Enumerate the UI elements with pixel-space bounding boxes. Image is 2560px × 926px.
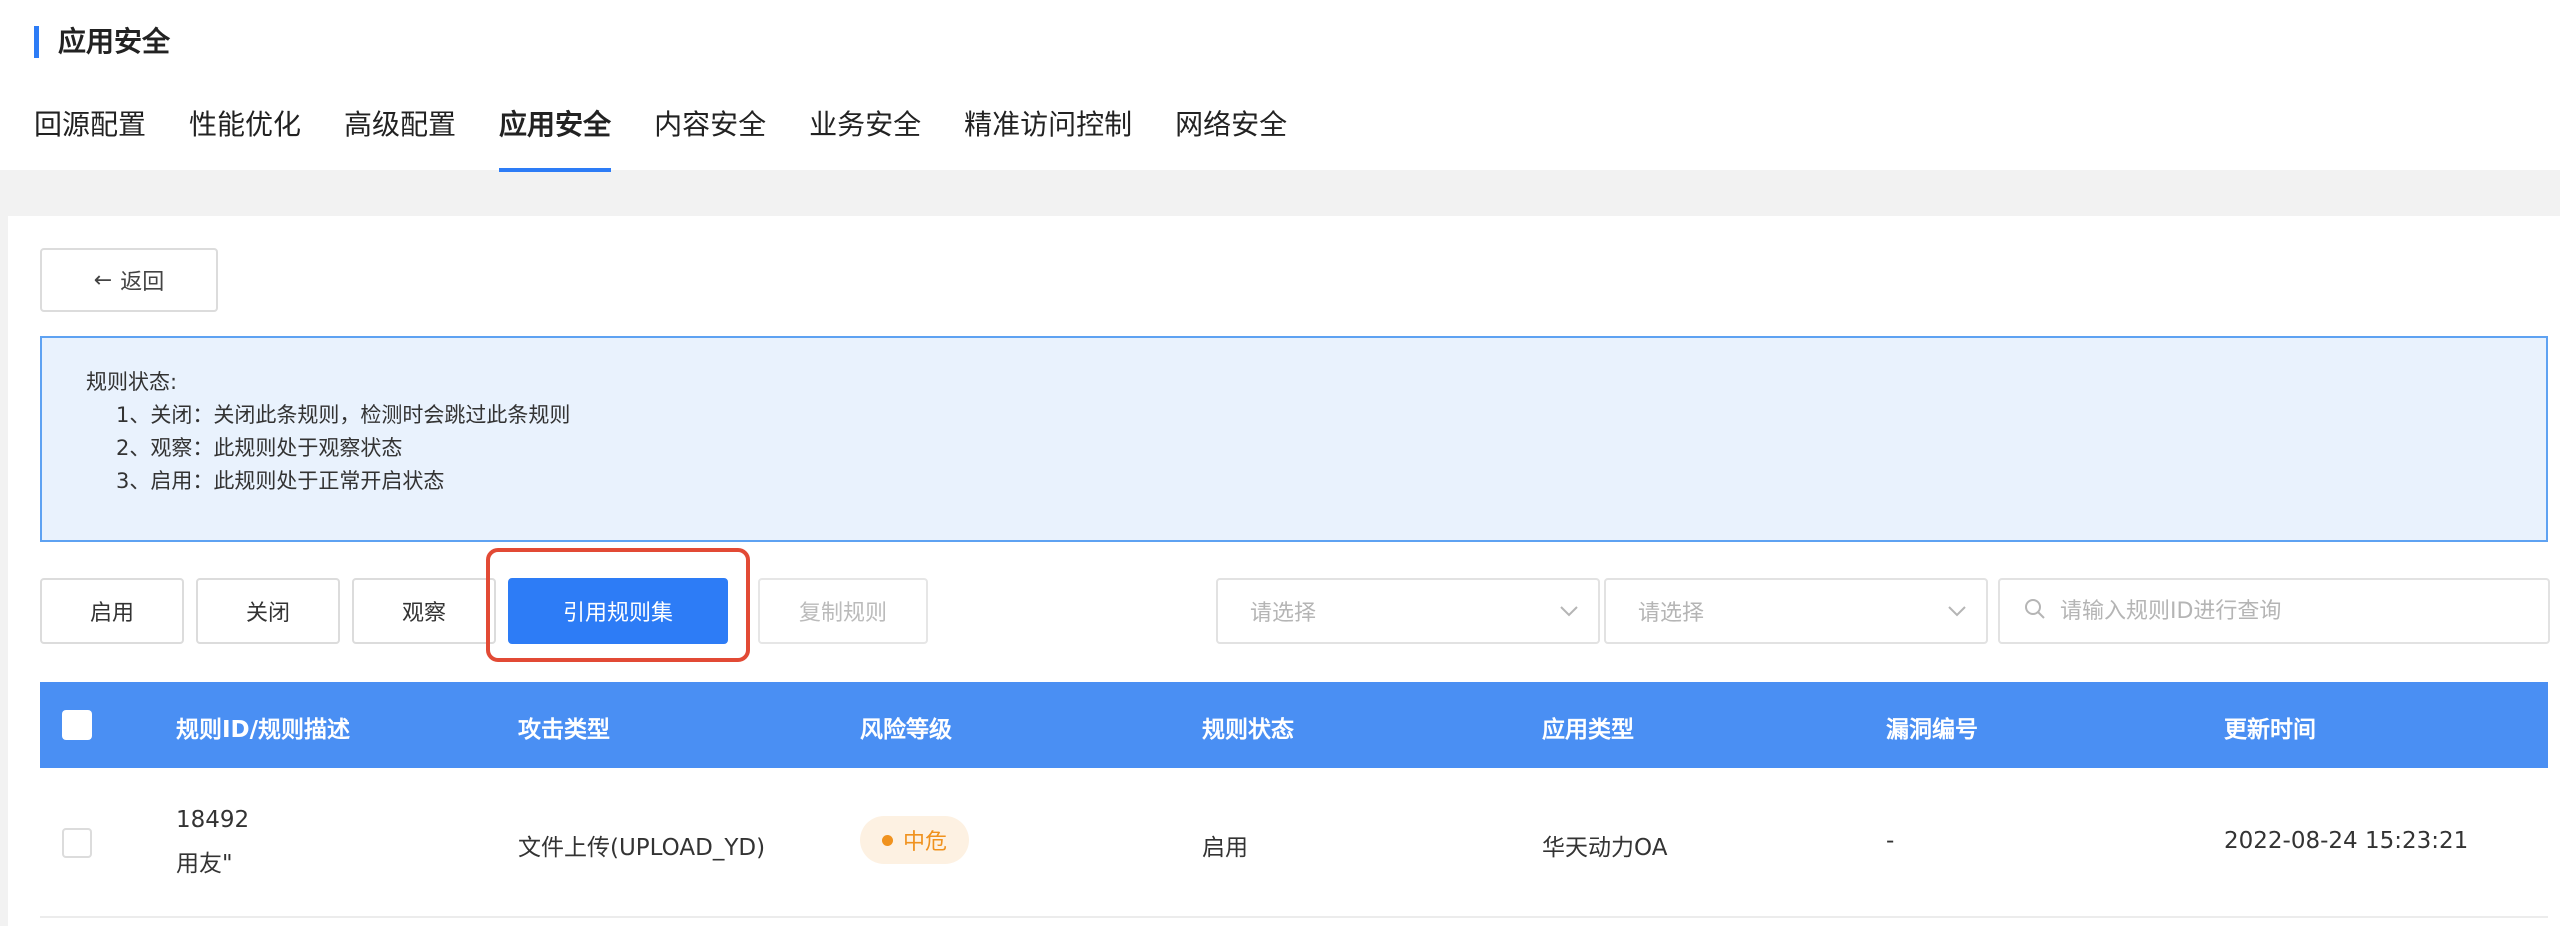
row-checkbox[interactable] <box>62 828 92 858</box>
table-row: 18492 用友" 文件上传(UPLOAD_YD) 中危 启用 华天动力OA -… <box>40 768 2548 918</box>
highlight-annotation <box>486 548 750 662</box>
filter-select-2[interactable]: 请选择 <box>1604 578 1988 644</box>
notice-title: 规则状态: <box>86 370 178 394</box>
back-button-label: 返回 <box>120 270 165 295</box>
app-type: 华天动力OA <box>1542 835 1668 861</box>
tab-advanced-config[interactable]: 高级配置 <box>344 100 456 170</box>
rule-status: 启用 <box>1202 835 1248 861</box>
column-header: 漏洞编号 <box>1886 717 1978 743</box>
rule-id: 18492 <box>176 807 250 833</box>
column-header: 规则状态 <box>1202 717 1294 743</box>
rules-table: 规则ID/规则描述 攻击类型 风险等级 规则状态 应用类型 漏洞编号 更新时间 … <box>40 682 2548 918</box>
section-title: 应用安全 <box>34 22 170 62</box>
column-header: 更新时间 <box>2224 717 2316 743</box>
back-button[interactable]: ← 返回 <box>40 248 218 312</box>
rule-description: 用友" <box>176 851 233 877</box>
vuln-id: - <box>1886 828 1895 854</box>
tab-business-security[interactable]: 业务安全 <box>809 100 921 170</box>
column-header: 攻击类型 <box>518 717 610 743</box>
tab-content-security[interactable]: 内容安全 <box>654 100 766 170</box>
copy-rule-button[interactable]: 复制规则 <box>758 578 928 644</box>
chevron-down-icon <box>1558 600 1580 622</box>
rule-id-cell: 18492 用友" <box>176 798 249 886</box>
tab-access-control[interactable]: 精准访问控制 <box>964 100 1132 170</box>
table-header: 规则ID/规则描述 攻击类型 风险等级 规则状态 应用类型 漏洞编号 更新时间 <box>40 682 2548 768</box>
tab-bar: 回源配置 性能优化 高级配置 应用安全 内容安全 业务安全 精准访问控制 网络安… <box>34 100 1287 172</box>
tab-network-security[interactable]: 网络安全 <box>1175 100 1287 170</box>
search-input[interactable] <box>2060 598 2500 624</box>
updated-time: 2022-08-24 15:23:21 <box>2224 828 2469 854</box>
select-placeholder: 请选择 <box>1638 601 1705 626</box>
risk-level: 中危 <box>903 830 948 855</box>
search-icon <box>2024 598 2046 624</box>
tab-performance[interactable]: 性能优化 <box>189 100 301 170</box>
filter-select-1[interactable]: 请选择 <box>1216 578 1600 644</box>
rule-id-search[interactable] <box>1998 578 2550 644</box>
column-header: 应用类型 <box>1542 717 1634 743</box>
page-header: 应用安全 回源配置 性能优化 高级配置 应用安全 内容安全 业务安全 精准访问控… <box>0 0 2560 172</box>
main-content: ← 返回 规则状态: 1、关闭：关闭此条规则，检测时会跳过此条规则 2、观察：此… <box>8 216 2560 926</box>
observe-button[interactable]: 观察 <box>352 578 496 644</box>
risk-level-badge: 中危 <box>860 816 970 864</box>
close-button[interactable]: 关闭 <box>196 578 340 644</box>
status-dot-icon <box>882 834 893 846</box>
arrow-left-icon: ← <box>93 267 113 293</box>
notice-item: 3、启用：此规则处于正常开启状态 <box>116 469 445 493</box>
column-header: 规则ID/规则描述 <box>176 717 351 743</box>
select-placeholder: 请选择 <box>1250 601 1317 626</box>
attack-type: 文件上传(UPLOAD_YD) <box>518 835 766 861</box>
chevron-down-icon <box>1946 600 1968 622</box>
notice-item: 2、观察：此规则处于观察状态 <box>116 436 403 460</box>
rule-status-notice: 规则状态: 1、关闭：关闭此条规则，检测时会跳过此条规则 2、观察：此规则处于观… <box>40 336 2548 542</box>
select-all-checkbox[interactable] <box>62 710 92 740</box>
enable-button[interactable]: 启用 <box>40 578 184 644</box>
tab-origin-config[interactable]: 回源配置 <box>34 100 146 170</box>
column-header: 风险等级 <box>860 717 952 743</box>
tab-app-security[interactable]: 应用安全 <box>499 100 612 172</box>
notice-item: 1、关闭：关闭此条规则，检测时会跳过此条规则 <box>116 403 571 427</box>
